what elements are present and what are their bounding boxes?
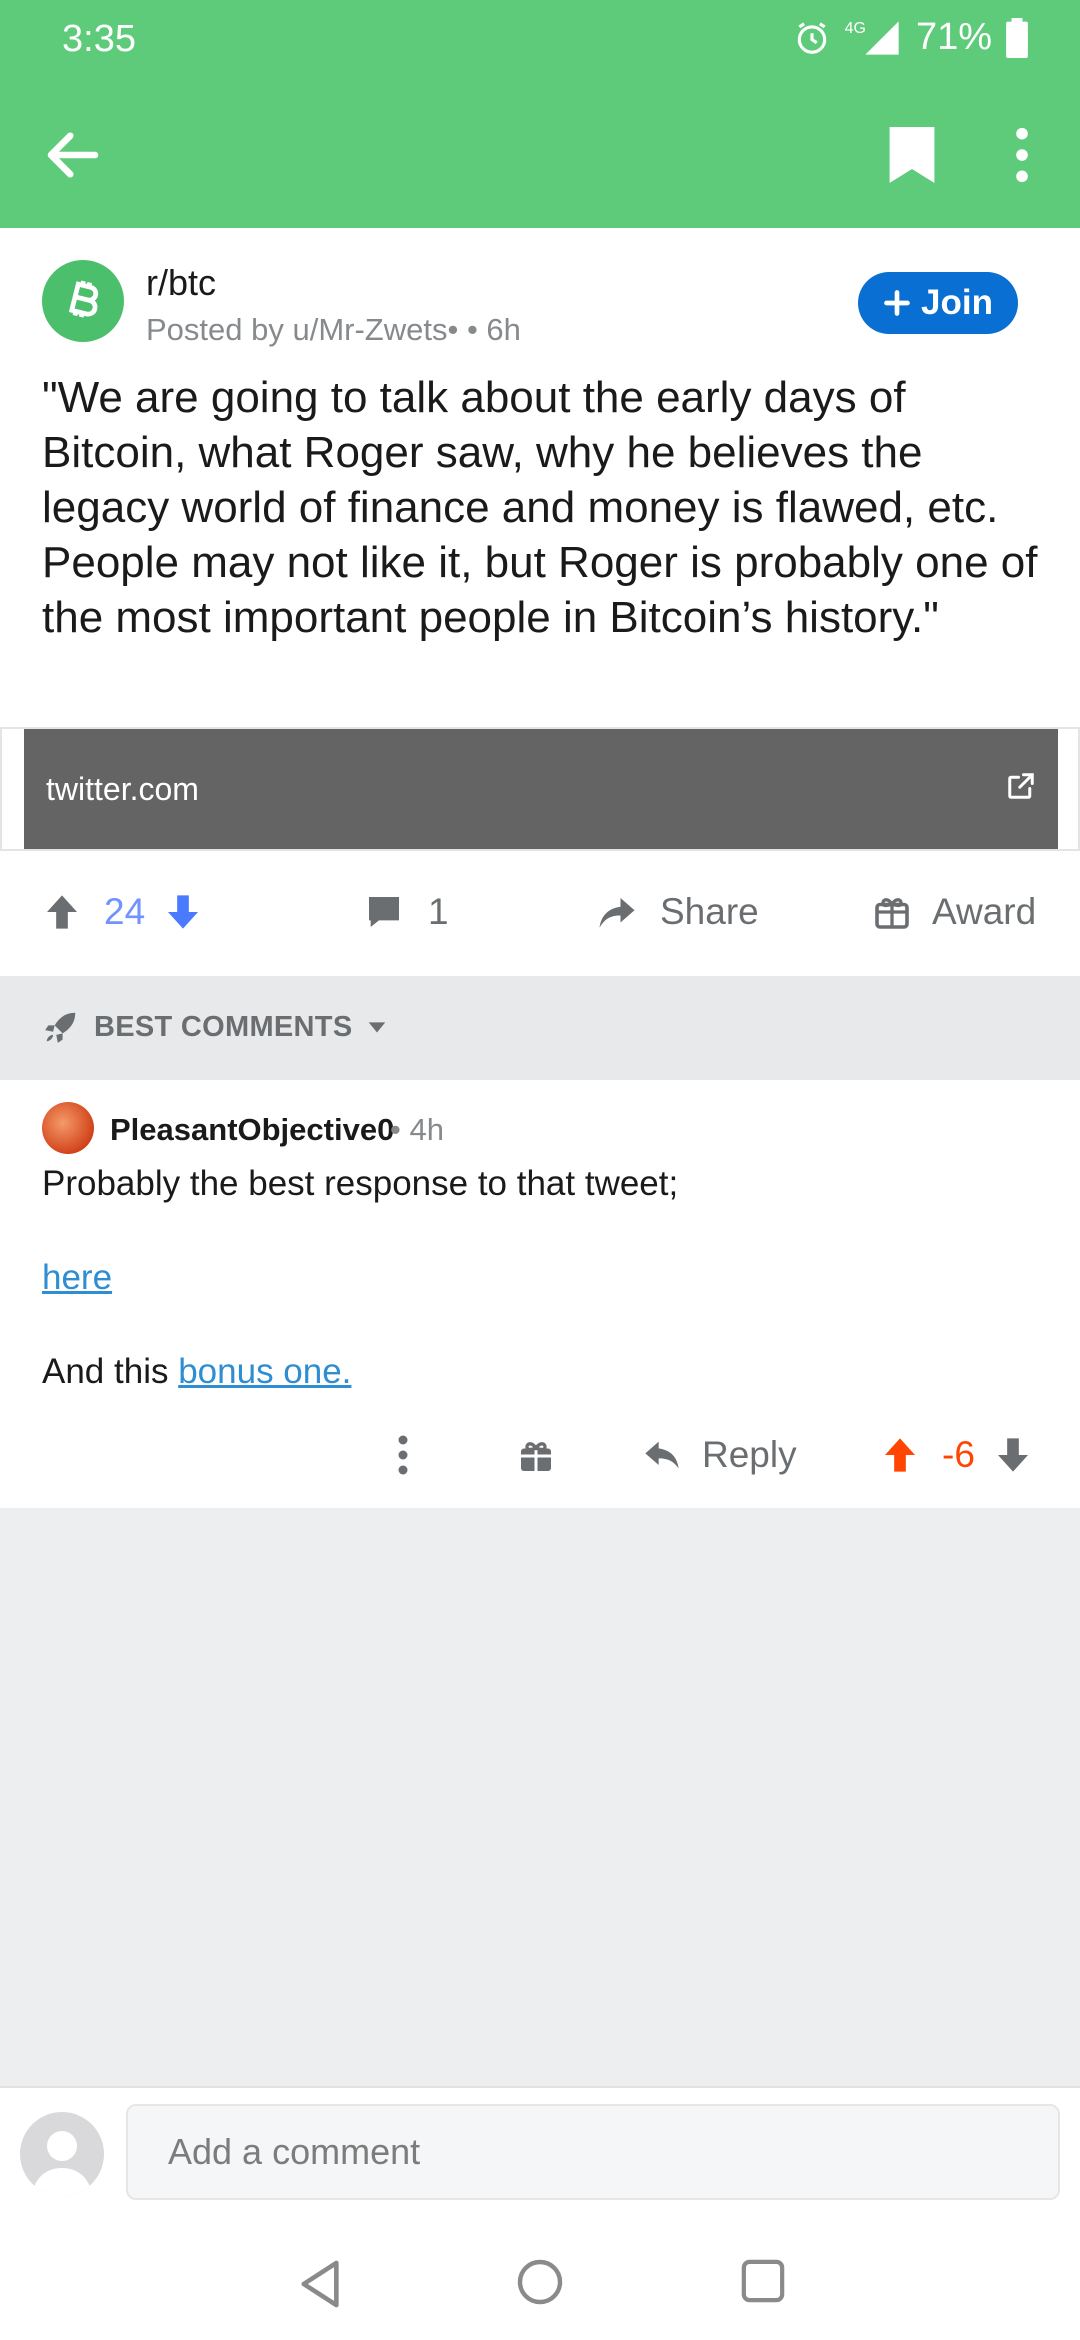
comments-button[interactable]: 1 [364,891,449,933]
comment-score: -6 [942,1434,975,1475]
gift-icon [875,898,909,929]
comment-link-bonus[interactable]: bonus one. [178,1352,351,1391]
comment-award-icon[interactable] [518,1438,554,1474]
comment-text-line: Probably the best response to that tweet… [42,1164,679,1203]
comment: PleasantObjective0 • 4h Probably the bes… [0,1080,1080,1508]
share-button[interactable]: Share [596,891,759,933]
award-label: Award [932,891,1037,932]
comment-upvote-icon[interactable] [880,1435,920,1475]
join-label: Join [921,283,993,322]
join-button[interactable]: Join [858,272,1018,334]
comment-avatar[interactable] [42,1102,94,1154]
downvote-icon[interactable] [163,892,203,932]
signal-icon [865,20,899,55]
caret-down-icon [369,1022,386,1033]
vote-group: 24 [42,891,203,933]
rocket-icon [45,1012,76,1043]
status-bar: 3:35 4G 71% [0,0,1080,80]
subreddit-avatar[interactable] [42,260,124,342]
post-title[interactable]: "We are going to talk about the early da… [42,370,1052,645]
comment-more-icon[interactable] [396,1434,410,1476]
comment-composer: Add a comment [0,2086,1080,2340]
comment-text-line-2: And this bonus one. [42,1352,351,1392]
comment-sort-bar[interactable]: BEST COMMENTS [0,976,1080,1080]
comment-text-prefix: And this [42,1352,179,1391]
bookmark-icon[interactable] [884,124,940,186]
user-avatar[interactable] [20,2112,104,2196]
plus-icon [884,290,910,316]
comment-vote-group: -6 [880,1434,1033,1476]
status-time: 3:35 [62,18,136,60]
alarm-icon [797,21,826,54]
post-meta: Posted by u/Mr-Zwets• • 6h [146,312,521,347]
comment-author[interactable]: PleasantObjective0 [110,1112,394,1148]
back-arrow-icon[interactable] [40,122,106,188]
post-score: 24 [104,891,146,932]
sort-label: BEST COMMENTS [94,1010,353,1043]
toolbar [0,100,1080,210]
battery-icon [1006,17,1028,58]
bitcoin-icon [68,280,99,318]
status-icons: 4G 71% [793,16,1028,59]
comment-icon [369,897,399,927]
comment-downvote-icon[interactable] [993,1435,1033,1475]
subreddit-name[interactable]: r/btc [146,262,216,304]
comment-link-here[interactable]: here [42,1258,112,1297]
upvote-icon[interactable] [42,892,82,932]
more-vert-icon[interactable] [1004,124,1040,186]
award-button[interactable]: Award [874,891,1036,933]
reply-button[interactable]: Reply [642,1434,797,1476]
comment-actions: Reply -6 [0,1420,1080,1500]
reply-icon [645,1441,679,1469]
external-link-icon [1008,773,1034,799]
link-domain: twitter.com [46,771,199,807]
comment-count: 1 [428,891,449,932]
battery-percent: 71% [915,16,992,58]
post-actions: 24 1 Share Award [0,851,1080,976]
share-icon [599,898,635,928]
comment-time: • 4h [390,1112,444,1147]
nav-home-icon[interactable] [516,2258,564,2306]
link-preview[interactable]: twitter.com [0,727,1080,851]
user-silhouette-icon [32,2131,92,2196]
nav-back-icon[interactable] [298,2258,344,2310]
app-header: 3:35 4G 71% [0,0,1080,228]
share-label: Share [660,891,759,932]
nav-recents-icon[interactable] [740,2258,786,2304]
reply-label: Reply [702,1434,797,1475]
system-nav-bar [0,2234,1080,2340]
add-comment-input[interactable]: Add a comment [126,2104,1060,2200]
